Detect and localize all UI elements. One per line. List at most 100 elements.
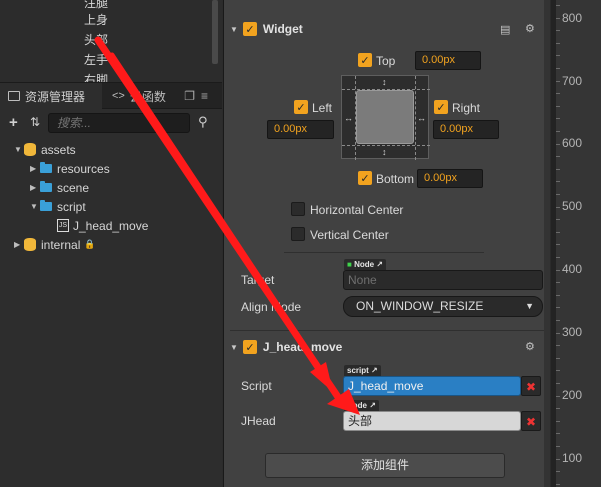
ruler-tick [556, 206, 560, 208]
ruler-label: 400 [562, 262, 583, 276]
ruler-label: 500 [562, 199, 583, 213]
ruler-label: 600 [562, 136, 583, 150]
expand-arrow-icon[interactable]: ▼ [30, 202, 40, 211]
hierarchy-scrollbar[interactable] [212, 0, 218, 64]
tree-item-script[interactable]: ▼ script [30, 197, 86, 216]
ruler-tick [556, 42, 560, 44]
tab-cloud-functions[interactable]: <> 云函数 [108, 83, 166, 109]
folder-icon [40, 162, 52, 173]
inspector-scrollbar[interactable] [544, 0, 550, 487]
top-margin-arrow-icon: ↕ [382, 77, 387, 87]
search-icon[interactable]: ⚲ [198, 114, 208, 130]
vertical-center-label: Vertical Center [310, 228, 389, 242]
script-field[interactable]: J_head_move [343, 376, 521, 396]
tree-item-label: internal [41, 237, 81, 252]
tree-item-assets[interactable]: ▼ assets [14, 140, 76, 159]
add-icon[interactable]: + [9, 114, 18, 131]
clear-script-button[interactable]: ✖ [521, 376, 541, 396]
clear-jhead-button[interactable]: ✖ [521, 411, 541, 431]
scene-ruler: 800 700 600 500 400 300 200 100 [551, 0, 601, 487]
ruler-tick [556, 93, 560, 95]
ruler-label: 200 [562, 388, 583, 402]
ruler-tick [556, 244, 560, 246]
tree-item-scene[interactable]: ▶ scene [30, 178, 89, 197]
node-type-tag: ■ Node ↗ [344, 259, 387, 270]
add-component-button[interactable]: 添加组件 [265, 453, 505, 478]
ruler-tick [556, 483, 560, 485]
ruler-tick [556, 433, 560, 435]
tree-item-internal[interactable]: ▶ internal 🔒 [14, 235, 96, 254]
top-value-input[interactable]: 0.00px [415, 51, 481, 70]
book-icon[interactable]: ▤ [500, 23, 510, 36]
ruler-tick [556, 80, 560, 82]
tree-item-label: J_head_move [73, 218, 149, 233]
hierarchy-node[interactable]: 左手 [84, 51, 108, 68]
bottom-checkbox[interactable]: ✓ [358, 171, 372, 185]
jhead-enable-checkbox[interactable]: ✓ [242, 340, 257, 354]
widget-enable-checkbox[interactable]: ✓ [242, 22, 257, 36]
ruler-tick [556, 294, 560, 296]
collapse-arrow-icon[interactable]: ▼ [230, 343, 238, 352]
vertical-center-checkbox[interactable] [291, 227, 305, 241]
panel-menu-icon[interactable]: ❐≡ [184, 89, 214, 103]
expand-arrow-icon[interactable]: ▶ [30, 164, 40, 173]
script-type-tag: script ↗ [344, 365, 381, 376]
hierarchy-node[interactable]: 右脚 [84, 71, 108, 82]
alignment-preview: ↕ ↕ ↔ ↔ [341, 75, 430, 160]
left-value-input[interactable]: 0.00px [267, 120, 334, 139]
ruler-tick [556, 320, 560, 321]
divider [284, 252, 484, 253]
lock-icon: 🔒 [84, 239, 96, 249]
tab-assets[interactable]: 资源管理器 [0, 83, 102, 109]
bottom-margin-arrow-icon: ↕ [382, 147, 387, 157]
js-file-icon: JS [57, 219, 69, 232]
expand-arrow-icon[interactable]: ▶ [30, 183, 40, 192]
widget-component-header[interactable]: ▼ ✓ Widget ▤ ⚙ [224, 16, 550, 42]
ruler-tick [556, 458, 560, 460]
hierarchy-node[interactable]: 注腿 [84, 0, 108, 11]
gear-icon[interactable]: ⚙ [525, 22, 535, 35]
ruler-tick [556, 257, 560, 258]
expand-arrow-icon[interactable]: ▶ [14, 240, 24, 249]
tree-item-resources[interactable]: ▶ resources [30, 159, 110, 178]
bottom-value-input[interactable]: 0.00px [417, 169, 483, 188]
ruler-label: 100 [562, 451, 583, 465]
assets-panel: 资源管理器 <> 云函数 ❐≡ + ⇅ ⚲ ▼ assets ▶ resourc… [0, 82, 222, 487]
right-label: Right [452, 101, 481, 115]
jhead-node-field[interactable]: 头部 [343, 411, 521, 431]
expand-arrow-icon[interactable]: ▼ [14, 145, 24, 154]
gear-icon[interactable]: ⚙ [525, 340, 535, 353]
ruler-tick [556, 68, 560, 69]
tree-item-j-head-move[interactable]: JS J_head_move [57, 216, 148, 235]
sort-icon[interactable]: ⇅ [30, 115, 40, 129]
top-label: Top [376, 54, 396, 68]
hierarchy-node[interactable]: 上身 [84, 11, 108, 28]
jhead-component-header[interactable]: ▼ ✓ J_head_move ⚙ [224, 334, 550, 360]
ruler-label: 300 [562, 325, 583, 339]
search-input[interactable] [48, 113, 190, 133]
hierarchy-node[interactable]: 头部 [84, 31, 108, 48]
left-checkbox[interactable]: ✓ [294, 100, 308, 114]
collapse-arrow-icon[interactable]: ▼ [230, 25, 238, 34]
target-field[interactable]: None [343, 270, 543, 290]
node-tag-label: Node [354, 260, 375, 269]
right-checkbox[interactable]: ✓ [434, 100, 448, 114]
assets-tab-bar: 资源管理器 <> 云函数 ❐≡ [0, 83, 222, 109]
align-mode-label: Align Mode [241, 300, 302, 314]
ruler-tick [556, 181, 560, 183]
widget-title: Widget [262, 22, 303, 36]
right-value-input[interactable]: 0.00px [433, 120, 499, 139]
ruler-tick [556, 345, 560, 347]
folder-icon [40, 200, 52, 211]
ruler-tick [556, 307, 560, 309]
tab-assets-label: 资源管理器 [25, 89, 86, 104]
top-checkbox[interactable]: ✓ [358, 53, 372, 67]
ruler-label: 700 [562, 74, 583, 88]
node-indicator-icon: ■ [347, 260, 352, 269]
ruler-tick [556, 194, 560, 195]
assets-toolbar: + ⇅ ⚲ [0, 109, 222, 137]
horizontal-center-checkbox[interactable] [291, 202, 305, 216]
left-label: Left [312, 101, 333, 115]
ruler-tick [556, 219, 560, 221]
align-mode-select[interactable]: ON_WINDOW_RESIZE ▼ [343, 296, 543, 317]
